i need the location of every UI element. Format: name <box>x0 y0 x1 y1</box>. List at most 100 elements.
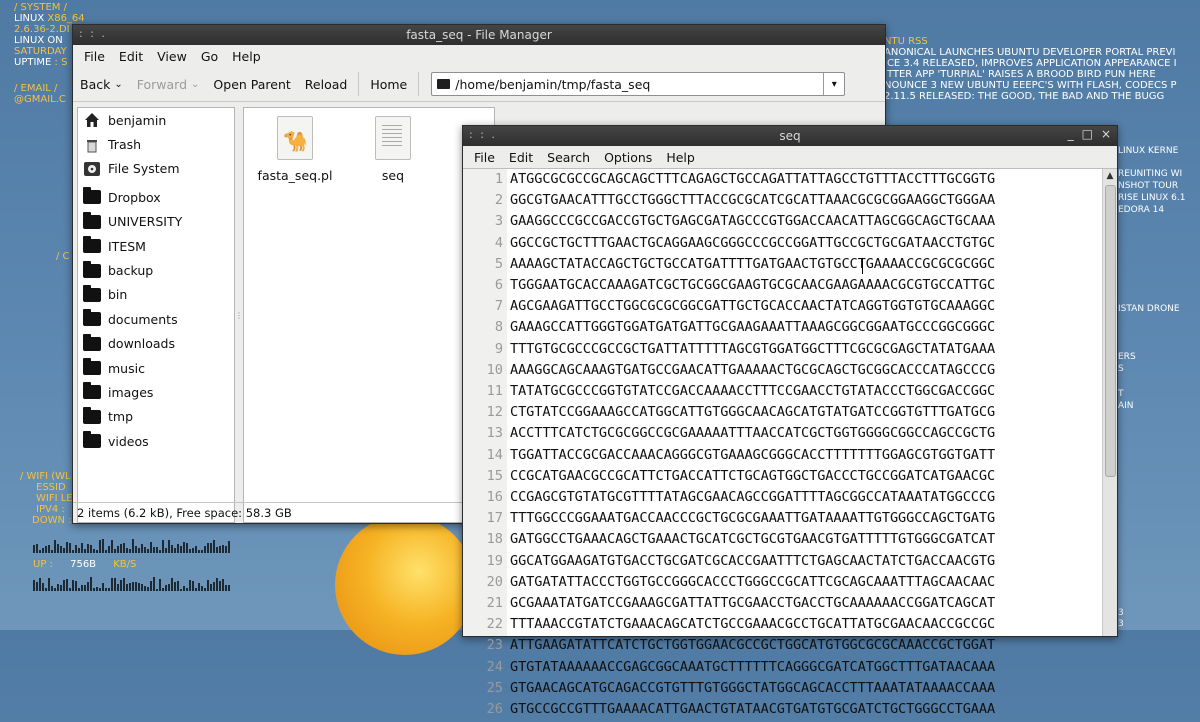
code-line[interactable]: 8 GAAAGCCATTGGGTGGATGATGATTGCGAAGAAATTAAA… <box>463 319 995 340</box>
line-text[interactable]: ATTGAAGATATTCATCTGCTGGTGGAACGCCGCTGGCATG… <box>507 637 995 658</box>
code-line[interactable]: 9 TTTGTGCGCCCGCCGCTGATTATTTTTAGCGTGGATGGC… <box>463 341 995 362</box>
code-line[interactable]: 3 GAAGGCCCGCCGACCGTGCTGAGCGATAGCCCGTGGACC… <box>463 213 995 234</box>
line-text[interactable]: CCGAGCGTGTATGCGTTTTATAGCGAACAGCCGGATTTTA… <box>507 489 995 510</box>
sidebar-item-trash[interactable]: Trash <box>78 132 234 156</box>
scrollbar-thumb[interactable] <box>1105 185 1116 477</box>
scroll-up-icon[interactable]: ▲ <box>1103 169 1117 183</box>
line-text[interactable]: GTGTATAAAAAACCGAGCGGCAAATGCTTTTTTCAGGGCG… <box>507 659 995 680</box>
code-line[interactable]: 4 GGCCGCTGCTTTGAACTGCAGGAAGCGGGCCCGCCGGAT… <box>463 235 995 256</box>
editor-menu-edit[interactable]: Edit <box>502 150 540 165</box>
line-text[interactable]: TATATGCGCCCGGTGTATCCGACCAAAACCTTTCCGAACC… <box>507 383 995 404</box>
sidebar-item-music[interactable]: music <box>78 356 234 380</box>
editor-menu-search[interactable]: Search <box>540 150 597 165</box>
maximize-icon[interactable]: □ <box>1082 127 1093 141</box>
vertical-scrollbar[interactable]: ▲ <box>1102 169 1117 636</box>
code-line[interactable]: 1 ATGGCGCGCCGCAGCAGCTTTCAGAGCTGCCAGATTATT… <box>463 171 995 192</box>
rss-item: ANONICAL LAUNCHES UBUNTU DEVELOPER PORTA… <box>884 47 1176 58</box>
sidebar-item-documents[interactable]: documents <box>78 307 234 331</box>
editor-titlebar[interactable]: : : . seq _ □ × <box>463 126 1117 146</box>
code-line[interactable]: 17 TTTGGCCCGGAAATGACCAACCCGCTGCGCGAAATTGA… <box>463 510 996 531</box>
fm-menu-help[interactable]: Help <box>225 49 268 64</box>
line-text[interactable]: ATGGCGCGCCGCAGCAGCTTTCAGAGCTGCCAGATTATTA… <box>507 171 995 192</box>
sidebar-item-images[interactable]: images <box>78 380 234 404</box>
line-text[interactable]: GAAGGCCCGCCGACCGTGCTGAGCGATAGCCCGTGGACCA… <box>507 213 995 234</box>
reload-button[interactable]: Reload <box>298 77 355 92</box>
code-line[interactable]: 26 GTGCCGCCGTTTGAAAACATTGAACTGTATAACGTGAT… <box>463 701 996 722</box>
code-line[interactable]: 19 GGCATGGAAGATGTGACCTGCGATCGCACCGAATTTCT… <box>463 553 996 574</box>
close-icon[interactable]: × <box>1101 127 1111 141</box>
line-text[interactable]: GATGATATTACCCTGGTGCCGGGCACCCTGGGCCGCATTC… <box>507 574 995 595</box>
sidebar-item-videos[interactable]: videos <box>78 429 234 453</box>
code-line[interactable]: 7 AGCGAAGATTGCCTGGCGCGCGGCGATTGCTGCACCAAC… <box>463 298 995 319</box>
line-text[interactable]: GGCGTGAACATTTGCCTGGGCTTTACCGCGCATCGCATTA… <box>507 192 995 213</box>
line-text[interactable]: TTTAAACCGTATCTGAAACAGCATCTGCCGAAACGCCTGC… <box>507 616 995 637</box>
code-line[interactable]: 23 ATTGAAGATATTCATCTGCTGGTGGAACGCCGCTGGCA… <box>463 637 996 658</box>
line-text[interactable]: GTGAACAGCATGCAGACCGTGTTTGTGGGCTATGGCAGCA… <box>507 680 995 701</box>
line-text[interactable]: CTGTATCCGGAAAGCCATGGCATTGTGGGCAACAGCATGT… <box>507 404 995 425</box>
sidebar-item-tmp[interactable]: tmp <box>78 405 234 429</box>
chevron-down-icon[interactable]: ⌄ <box>191 79 199 90</box>
editor-menu-file[interactable]: File <box>467 150 502 165</box>
code-line[interactable]: 22 TTTAAACCGTATCTGAAACAGCATCTGCCGAAACGCCT… <box>463 616 996 637</box>
line-text[interactable]: CCGCATGAACGCCGCATTCTGACCATTCTGCAGTGGCTGA… <box>507 468 995 489</box>
sidebar-item-university[interactable]: UNIVERSITY <box>78 210 234 234</box>
open-parent-button[interactable]: Open Parent <box>206 77 297 92</box>
code-line[interactable]: 6 TGGGAATGCACCAAAGATCGCTGCGGCGAAGTGCGCAAC… <box>463 277 995 298</box>
sidebar-item-itesm[interactable]: ITESM <box>78 234 234 258</box>
sidebar-item-bin[interactable]: bin <box>78 283 234 307</box>
editor-menu-help[interactable]: Help <box>659 150 702 165</box>
window-menu-icon[interactable]: : : . <box>79 27 107 40</box>
line-text[interactable]: TGGGAATGCACCAAAGATCGCTGCGGCGAAGTGCGCAACG… <box>507 277 995 298</box>
line-text[interactable]: GTGCCGCCGTTTGAAAACATTGAACTGTATAACGTGATGT… <box>507 701 995 722</box>
line-text[interactable]: AAAAGCTATACCAGCTGCTGCCATGATTTTGATGAACTGT… <box>507 256 995 277</box>
editor-text-area[interactable]: ▲ 1 ATGGCGCGCCGCAGCAGCTTTCAGAGCTGCCAGATTA… <box>463 168 1117 717</box>
fm-menu-edit[interactable]: Edit <box>112 49 150 64</box>
editor-menu-options[interactable]: Options <box>597 150 659 165</box>
line-text[interactable]: AAAGGCAGCAAAGTGATGCCGAACATTGAAAAACTGCGCA… <box>507 362 995 383</box>
line-text[interactable]: GAAAGCCATTGGGTGGATGATGATTGCGAAGAAATTAAAG… <box>507 319 995 340</box>
fm-menu-file[interactable]: File <box>77 49 112 64</box>
line-text[interactable]: GCGAAATATGATCCGAAAGCGATTATTGCGAACCTGACCT… <box>507 595 995 616</box>
code-line[interactable]: 12 CTGTATCCGGAAAGCCATGGCATTGTGGGCAACAGCAT… <box>463 404 996 425</box>
code-line[interactable]: 13 ACCTTTCATCTGCGCGGCCGCGAAAAATTTAACCATCG… <box>463 425 996 446</box>
code-line[interactable]: 2 GGCGTGAACATTTGCCTGGGCTTTACCGCGCATCGCATT… <box>463 192 995 213</box>
fm-titlebar[interactable]: : : . fasta_seq - File Manager <box>73 25 885 45</box>
location-bar[interactable]: /home/benjamin/tmp/fasta_seq ▾ <box>431 72 846 96</box>
code-line[interactable]: 18 GATGGCCTGAAACAGCTGAAACTGCATCGCTGCGTGAA… <box>463 531 996 552</box>
line-text[interactable]: TGGATTACCGCGACCAAACAGGGCGTGAAAGCGGGCACCT… <box>507 447 995 468</box>
sidebar-item-downloads[interactable]: downloads <box>78 332 234 356</box>
chevron-down-icon[interactable]: ⌄ <box>114 79 122 90</box>
code-line[interactable]: 11 TATATGCGCCCGGTGTATCCGACCAAAACCTTTCCGAA… <box>463 383 996 404</box>
sidebar-item-filesystem[interactable]: File System <box>78 157 234 181</box>
file-item-seq[interactable]: seq <box>348 116 438 183</box>
code-line[interactable]: 21 GCGAAATATGATCCGAAAGCGATTATTGCGAACCTGAC… <box>463 595 996 616</box>
fm-menu-view[interactable]: View <box>150 49 194 64</box>
forward-button[interactable]: Forward ⌄ <box>130 77 207 92</box>
code-line[interactable]: 25 GTGAACAGCATGCAGACCGTGTTTGTGGGCTATGGCAG… <box>463 680 996 701</box>
sidebar-item-backup[interactable]: backup <box>78 258 234 282</box>
code-line[interactable]: 10 AAAGGCAGCAAAGTGATGCCGAACATTGAAAAACTGCG… <box>463 362 996 383</box>
code-line[interactable]: 16 CCGAGCGTGTATGCGTTTTATAGCGAACAGCCGGATTT… <box>463 489 996 510</box>
line-text[interactable]: GGCATGGAAGATGTGACCTGCGATCGCACCGAATTTCTGA… <box>507 553 995 574</box>
code-line[interactable]: 5 AAAAGCTATACCAGCTGCTGCCATGATTTTGATGAACTG… <box>463 256 995 277</box>
pane-resize-handle[interactable]: ⋮ <box>235 311 243 320</box>
line-text[interactable]: TTTGGCCCGGAAATGACCAACCCGCTGCGCGAAATTGATA… <box>507 510 995 531</box>
code-line[interactable]: 14 TGGATTACCGCGACCAAACAGGGCGTGAAAGCGGGCAC… <box>463 447 996 468</box>
minimize-icon[interactable]: _ <box>1068 127 1074 141</box>
line-text[interactable]: ACCTTTCATCTGCGCGGCCGCGAAAAATTTAACCATCGCT… <box>507 425 995 446</box>
line-text[interactable]: TTTGTGCGCCCGCCGCTGATTATTTTTAGCGTGGATGGCT… <box>507 341 995 362</box>
line-text[interactable]: GGCCGCTGCTTTGAACTGCAGGAAGCGGGCCCGCCGGATT… <box>507 235 995 256</box>
line-text[interactable]: AGCGAAGATTGCCTGGCGCGCGGCGATTGCTGCACCAACT… <box>507 298 995 319</box>
sidebar-item-home[interactable]: benjamin <box>78 108 234 132</box>
back-button[interactable]: Back ⌄ <box>73 77 130 92</box>
line-text[interactable]: GATGGCCTGAAACAGCTGAAACTGCATCGCTGCGTGAACG… <box>507 531 995 552</box>
window-menu-icon[interactable]: : : . <box>469 128 497 141</box>
code-line[interactable]: 15 CCGCATGAACGCCGCATTCTGACCATTCTGCAGTGGCT… <box>463 468 996 489</box>
code-line[interactable]: 20 GATGATATTACCCTGGTGCCGGGCACCCTGGGCCGCAT… <box>463 574 996 595</box>
code-line[interactable]: 24 GTGTATAAAAAACCGAGCGGCAAATGCTTTTTTCAGGG… <box>463 659 996 680</box>
file-item-fasta-seq-pl[interactable]: 🐪 fasta_seq.pl <box>250 116 340 183</box>
chevron-down-icon[interactable]: ▾ <box>823 73 844 95</box>
fm-menu-go[interactable]: Go <box>194 49 225 64</box>
home-button[interactable]: Home <box>363 77 414 92</box>
sidebar-item-dropbox[interactable]: Dropbox <box>78 185 234 209</box>
